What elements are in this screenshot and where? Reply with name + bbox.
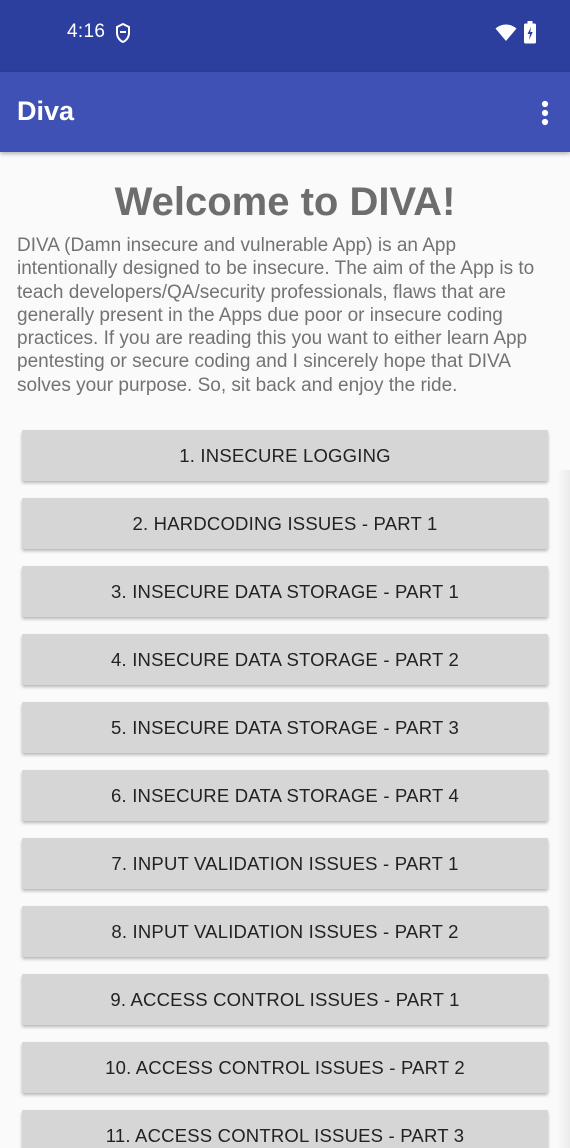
intro-text: DIVA (Damn insecure and vulnerable App) …	[17, 235, 535, 396]
insecure-data-storage-part-1-button[interactable]: 3. INSECURE DATA STORAGE - PART 1	[22, 566, 548, 617]
access-control-issues-part-3-button[interactable]: 11. ACCESS CONTROL ISSUES - PART 3	[22, 1110, 548, 1148]
more-vert-icon[interactable]	[530, 98, 560, 128]
access-control-issues-part-2-button[interactable]: 10. ACCESS CONTROL ISSUES - PART 2	[22, 1042, 548, 1093]
welcome-title: Welcome to DIVA!	[114, 180, 456, 224]
status-time: 4:16	[67, 21, 106, 42]
shield-notification-icon	[116, 22, 130, 44]
access-control-issues-part-1-button[interactable]: 9. ACCESS CONTROL ISSUES - PART 1	[22, 974, 548, 1025]
status-bar: 4:16	[0, 0, 570, 72]
insecure-data-storage-part-2-button[interactable]: 4. INSECURE DATA STORAGE - PART 2	[22, 634, 548, 685]
hardcoding-issues-part-1-button[interactable]: 2. HARDCODING ISSUES - PART 1	[22, 498, 548, 549]
app-bar: Diva	[0, 72, 570, 152]
insecure-data-storage-part-4-button[interactable]: 6. INSECURE DATA STORAGE - PART 4	[22, 770, 548, 821]
wifi-icon	[495, 24, 517, 41]
insecure-logging-button[interactable]: 1. INSECURE LOGGING	[22, 430, 548, 481]
battery-charging-icon	[524, 21, 536, 44]
input-validation-issues-part-2-button[interactable]: 8. INPUT VALIDATION ISSUES - PART 2	[22, 906, 548, 957]
input-validation-issues-part-1-button[interactable]: 7. INPUT VALIDATION ISSUES - PART 1	[22, 838, 548, 889]
main-content[interactable]: Welcome to DIVA! DIVA (Damn insecure and…	[0, 152, 570, 1148]
insecure-data-storage-part-3-button[interactable]: 5. INSECURE DATA STORAGE - PART 3	[22, 702, 548, 753]
app-title: Diva	[17, 96, 75, 126]
